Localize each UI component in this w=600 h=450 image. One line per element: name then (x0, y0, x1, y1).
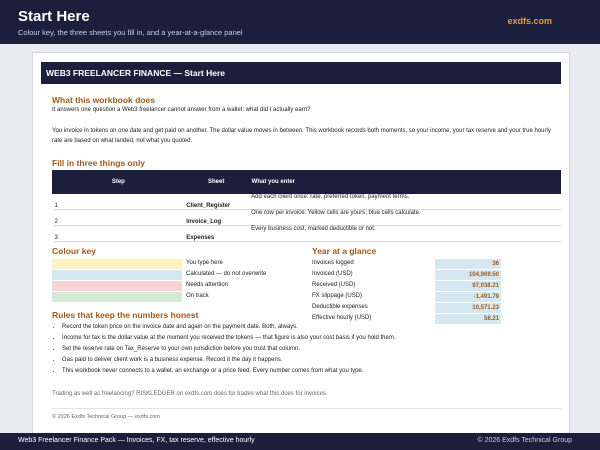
key-label-calculated: Calculated — do not overwrite (186, 271, 267, 277)
swatch-attention (52, 281, 182, 291)
stat-value: -1,491.79 (435, 292, 501, 302)
sheet-name[interactable]: Invoice_Log (184, 209, 249, 226)
table-row[interactable]: 1 Client_Register Add each client once: … (52, 193, 561, 210)
page-title: Start Here (18, 8, 90, 25)
footer-pack-title: Web3 Freelancer Finance Pack — Invoices,… (18, 437, 255, 444)
section-heading-fill: Fill in three things only (52, 158, 146, 168)
top-header-bar: Start Here Colour key, the three sheets … (0, 0, 600, 44)
key-label-attention: Needs attention (186, 282, 229, 288)
swatch-on-track (52, 292, 182, 302)
sheet-name[interactable]: Expenses (184, 225, 249, 242)
brand-link[interactable]: exdfs.com (507, 16, 552, 26)
list-item: Income for tax is the dollar value at th… (62, 333, 562, 344)
list-item: Record the token price on the invoice da… (62, 322, 562, 333)
list-item: Gas paid to deliver client work is a bus… (62, 355, 562, 366)
sheet-name[interactable]: Client_Register (184, 193, 249, 210)
swatch-input (52, 259, 182, 269)
column-header-step: Step (52, 170, 185, 194)
stat-value: 10,571.23 (435, 303, 501, 313)
rules-list: Record the token price on the invoice da… (52, 322, 562, 377)
bottom-status-bar: Web3 Freelancer Finance Pack — Invoices,… (0, 433, 600, 450)
steps-header-row: Step Sheet What you enter (52, 170, 562, 194)
step-description: Add each client once: rate, preferred to… (248, 193, 561, 210)
column-header-sheet: Sheet (183, 170, 249, 194)
list-item: Set the reserve rate on Tax_Reserve to y… (62, 344, 562, 355)
step-number: 1 (52, 193, 185, 210)
stat-label: FX slippage (USD) (312, 293, 363, 299)
step-number: 3 (52, 225, 185, 242)
sheet-banner: WEB3 FREELANCER FINANCE — Start Here (41, 62, 561, 84)
stat-label: Invoices logged (312, 260, 354, 266)
step-description: Every business cost, marked deductible o… (248, 225, 561, 242)
stat-label: Deductible expenses (312, 304, 368, 310)
swatch-calculated (52, 270, 182, 280)
stat-value: 104,969.50 (435, 270, 501, 280)
key-label-on-track: On track (186, 293, 209, 299)
step-number: 2 (52, 209, 185, 226)
table-row[interactable]: 3 Expenses Every business cost, marked d… (52, 225, 561, 242)
stat-value: 36 (435, 259, 501, 269)
promo-note: Trading as well as freelancing? RISKLEDG… (52, 391, 328, 397)
table-row[interactable]: 2 Invoice_Log One row per invoice. Yello… (52, 209, 561, 226)
stat-label: Received (USD) (312, 282, 356, 288)
list-item: This workbook never connects to a wallet… (62, 366, 562, 377)
stat-value: 97,038.21 (435, 281, 501, 291)
stat-label: Effective hourly (USD) (312, 315, 372, 321)
section-heading-year: Year at a glance (312, 246, 377, 256)
page-subtitle: Colour key, the three sheets you fill in… (18, 28, 243, 37)
column-header-what: What you enter (247, 170, 562, 194)
stat-label: Invoiced (USD) (312, 271, 353, 277)
what-intro: It answers one question a Web3 freelance… (52, 107, 311, 113)
step-description: One row per invoice. Yellow cells are yo… (248, 209, 561, 226)
key-label-input: You type here (186, 260, 223, 266)
worksheet-panel: WEB3 FREELANCER FINANCE — Start Here Wha… (32, 52, 570, 435)
steps-table: Step Sheet What you enter 1 Client_Regis… (52, 170, 562, 242)
section-heading-colour-key: Colour key (52, 246, 96, 256)
copyright-note: © 2026 Exdfs Technical Group — exdfs.com (52, 414, 160, 420)
footer-copyright: © 2026 Exdfs Technical Group (477, 437, 572, 444)
section-heading-what: What this workbook does (52, 95, 155, 105)
divider (52, 408, 561, 409)
section-heading-rules: Rules that keep the numbers honest (52, 310, 199, 320)
what-paragraph: You invoice in tokens on one date and ge… (52, 128, 551, 144)
